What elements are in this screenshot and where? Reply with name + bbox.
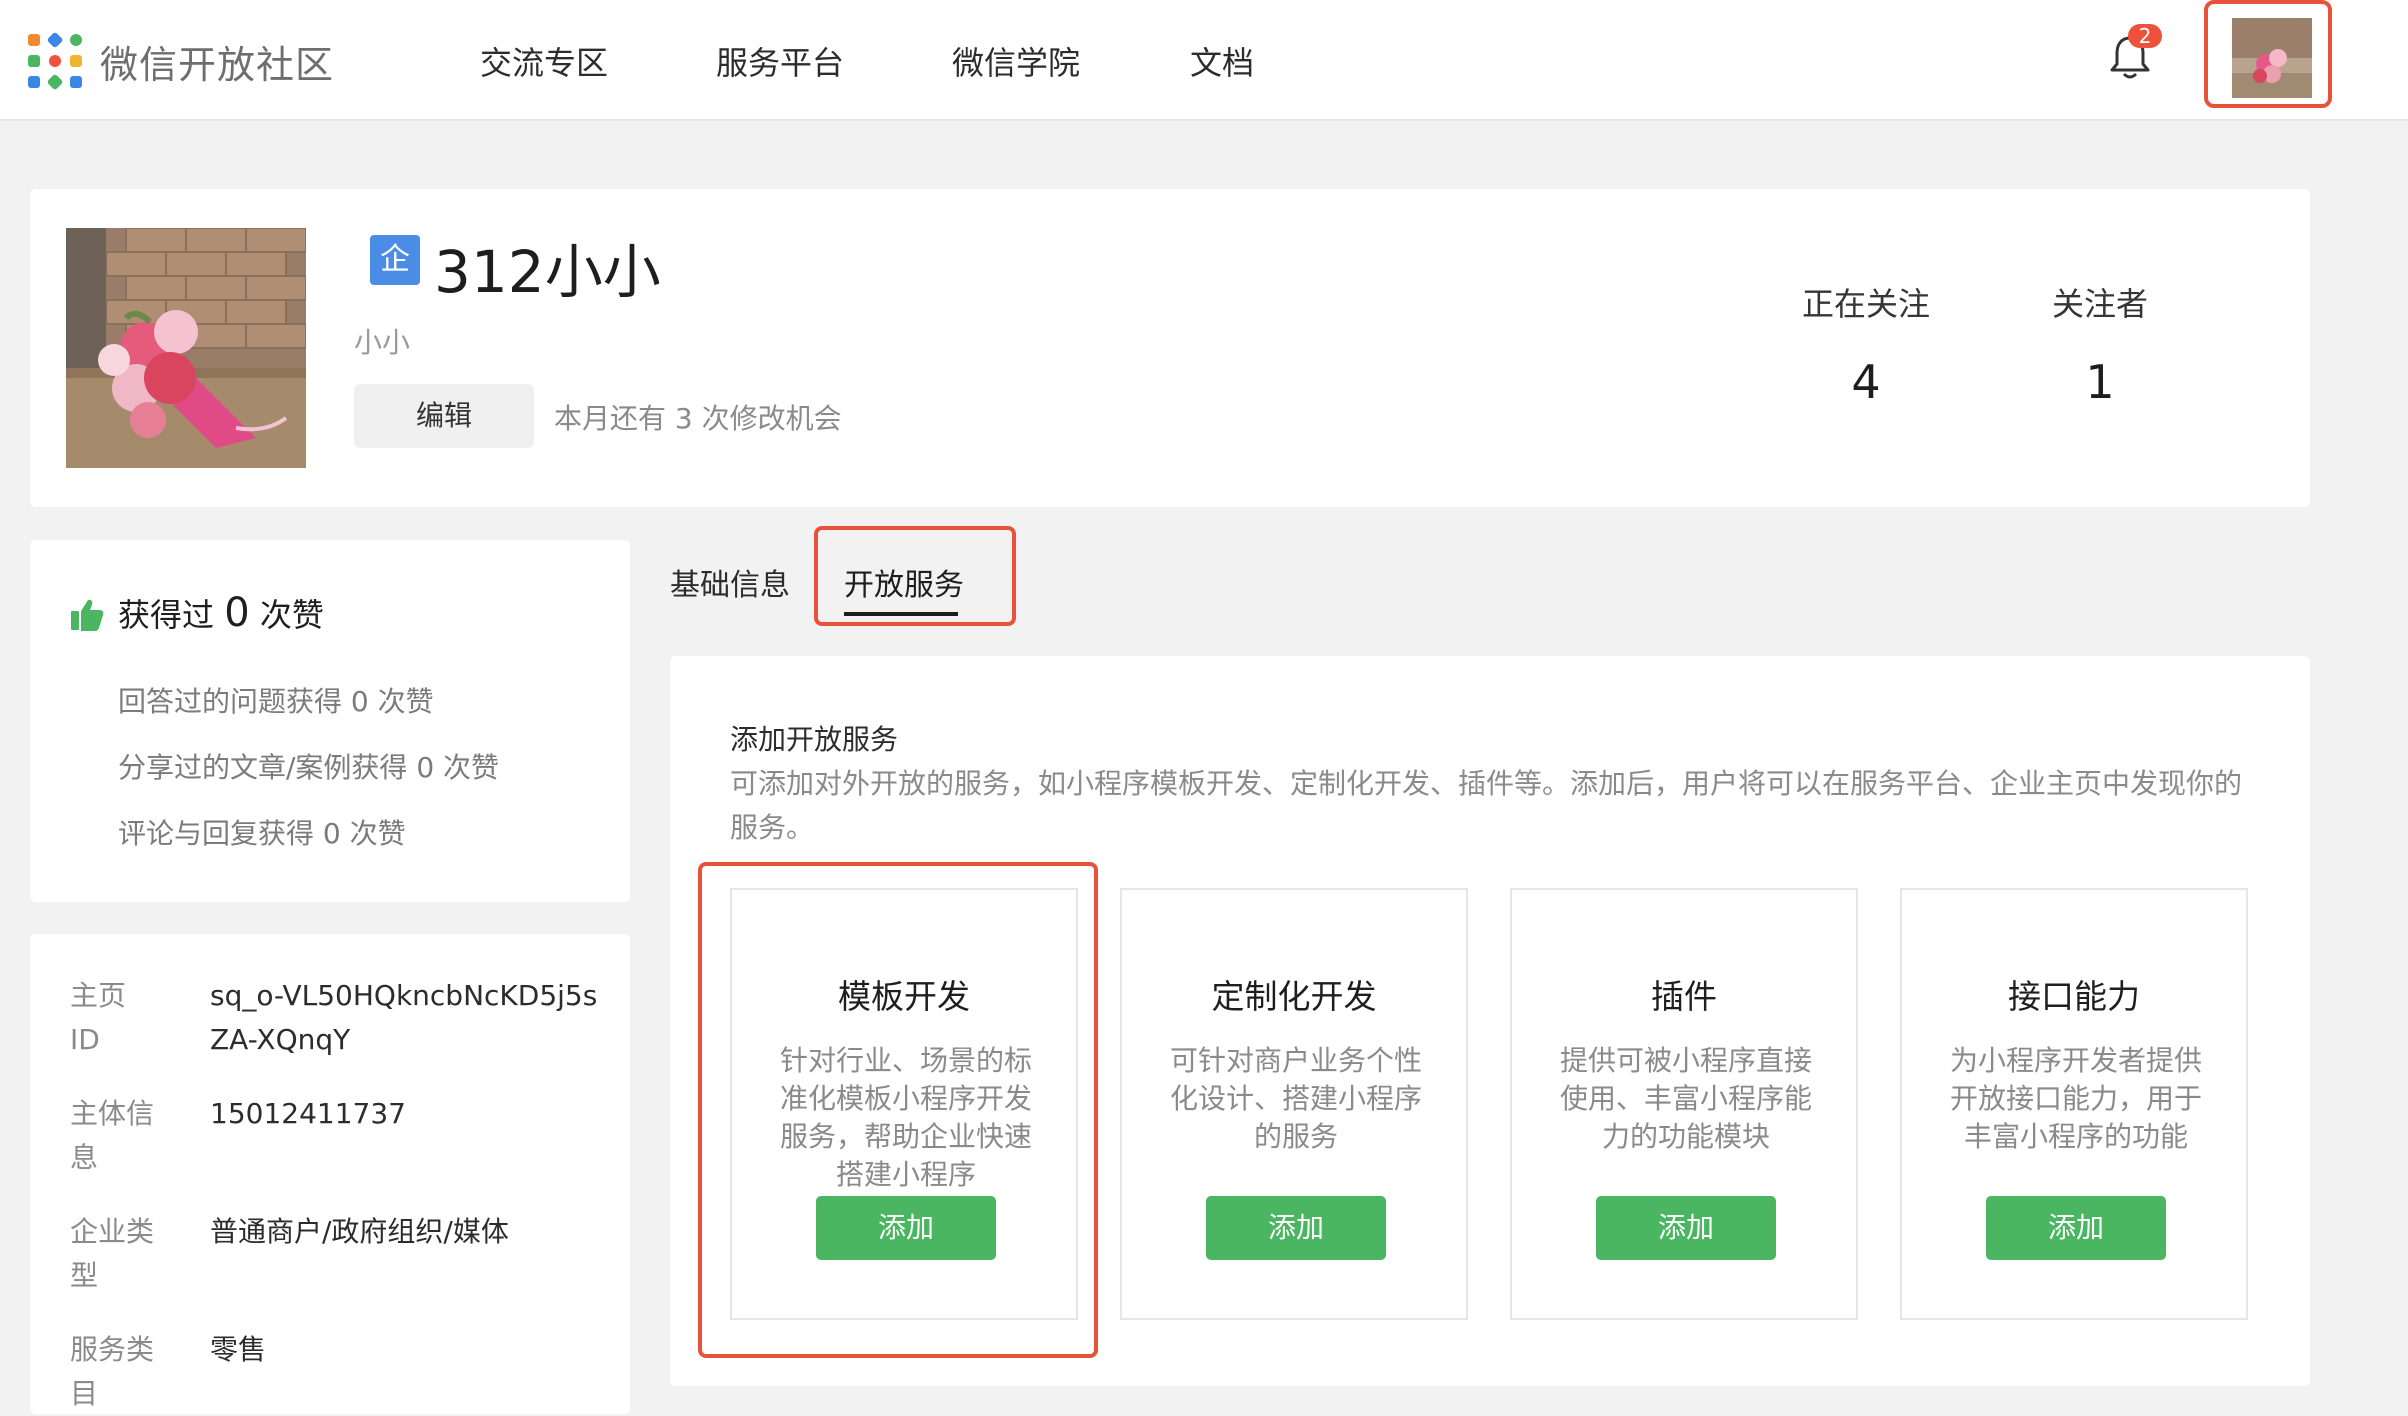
followers-count: 1 <box>2085 355 2115 409</box>
edit-remaining-hint: 本月还有 3 次修改机会 <box>554 402 842 435</box>
info-value-homepage-id: sq_o-VL50HQkncbNcKD5j5sZA-XQnqY <box>210 979 598 1056</box>
likes-articles-row: 分享过的文章/案例获得 0 次赞 <box>118 751 500 784</box>
open-services-tab-highlight <box>814 526 1016 626</box>
service-card-plugin: 插件 提供可被小程序直接使用、丰富小程序能力的功能模块 添加 <box>1510 888 1858 1320</box>
nav-item-service-platform[interactable]: 服务平台 <box>716 38 844 84</box>
add-api-button[interactable]: 添加 <box>1986 1196 2166 1260</box>
profile-avatar[interactable] <box>66 228 306 468</box>
service-card-description: 为小程序开发者提供开放接口能力，用于丰富小程序的功能 <box>1949 1044 2202 1153</box>
account-info-card: 主页 ID sq_o-VL50HQkncbNcKD5j5sZA-XQnqY 主体… <box>30 934 630 1414</box>
wechat-open-community-logo-icon[interactable] <box>28 31 82 91</box>
tab-basic-info[interactable]: 基础信息 <box>670 560 790 604</box>
nav-item-discussion[interactable]: 交流专区 <box>480 38 608 84</box>
following-label: 正在关注 <box>1801 285 1930 323</box>
info-value-entity: 15012411737 <box>210 1097 406 1130</box>
service-card-description: 可针对商户业务个性化设计、搭建小程序的服务 <box>1169 1044 1422 1153</box>
template-dev-card-highlight <box>698 862 1098 1358</box>
thumbs-up-icon <box>71 599 104 631</box>
followers-label: 关注者 <box>2051 285 2148 323</box>
services-section-title: 添加开放服务 <box>730 723 899 756</box>
info-label-homepage-id: 主页 ID <box>70 979 155 1056</box>
nav-item-docs[interactable]: 文档 <box>1190 38 1254 84</box>
add-plugin-button[interactable]: 添加 <box>1596 1196 1776 1260</box>
info-label-service-category: 服务类目 <box>70 1333 155 1410</box>
nav-item-academy[interactable]: 微信学院 <box>952 38 1080 84</box>
likes-answers-row: 回答过的问题获得 0 次赞 <box>118 685 434 718</box>
enterprise-badge: 企 <box>370 235 420 285</box>
likes-title-prefix: 获得过 <box>118 596 215 634</box>
info-label-enterprise-type: 企业类型 <box>70 1215 155 1292</box>
likes-title: 获得过 0 次赞 <box>118 590 324 636</box>
likes-count: 0 <box>224 590 250 636</box>
service-card-title: 接口能力 <box>2008 977 2140 1016</box>
top-navigation-bar: 微信开放社区 交流专区 服务平台 微信学院 文档 2 <box>0 0 2408 121</box>
profile-card: 企 312小小 小小 编辑 本月还有 3 次修改机会 正在关注 4 关注者 1 <box>30 189 2310 507</box>
followers-stat[interactable]: 关注者 1 <box>2000 279 2200 409</box>
likes-comments-row: 评论与回复获得 0 次赞 <box>118 817 406 850</box>
following-stat[interactable]: 正在关注 4 <box>1766 279 1966 409</box>
likes-summary-card: 获得过 0 次赞 回答过的问题获得 0 次赞 分享过的文章/案例获得 0 次赞 … <box>30 540 630 902</box>
notification-count-badge: 2 <box>2128 24 2162 48</box>
service-card-description: 提供可被小程序直接使用、丰富小程序能力的功能模块 <box>1559 1044 1812 1153</box>
service-card-custom-dev: 定制化开发 可针对商户业务个性化设计、搭建小程序的服务 添加 <box>1120 888 1468 1320</box>
services-section-description: 可添加对外开放的服务，如小程序模板开发、定制化开发、插件等。添加后，用户将可以在… <box>730 767 2243 844</box>
following-count: 4 <box>1851 355 1881 409</box>
profile-name: 312小小 <box>434 238 661 306</box>
info-label-entity: 主体信息 <box>70 1097 155 1174</box>
edit-profile-button[interactable]: 编辑 <box>354 384 534 448</box>
avatar <box>2232 18 2312 98</box>
profile-nickname: 小小 <box>354 326 411 359</box>
service-card-title: 插件 <box>1651 977 1717 1016</box>
info-value-enterprise-type: 普通商户/政府组织/媒体 <box>210 1215 509 1248</box>
service-card-title: 定制化开发 <box>1211 977 1377 1016</box>
service-card-api: 接口能力 为小程序开发者提供开放接口能力，用于丰富小程序的功能 添加 <box>1900 888 2248 1320</box>
site-title[interactable]: 微信开放社区 <box>100 34 334 89</box>
likes-title-suffix: 次赞 <box>259 596 324 634</box>
add-custom-dev-button[interactable]: 添加 <box>1206 1196 1386 1260</box>
user-avatar-button[interactable] <box>2204 0 2332 108</box>
info-value-service-category: 零售 <box>210 1333 267 1366</box>
